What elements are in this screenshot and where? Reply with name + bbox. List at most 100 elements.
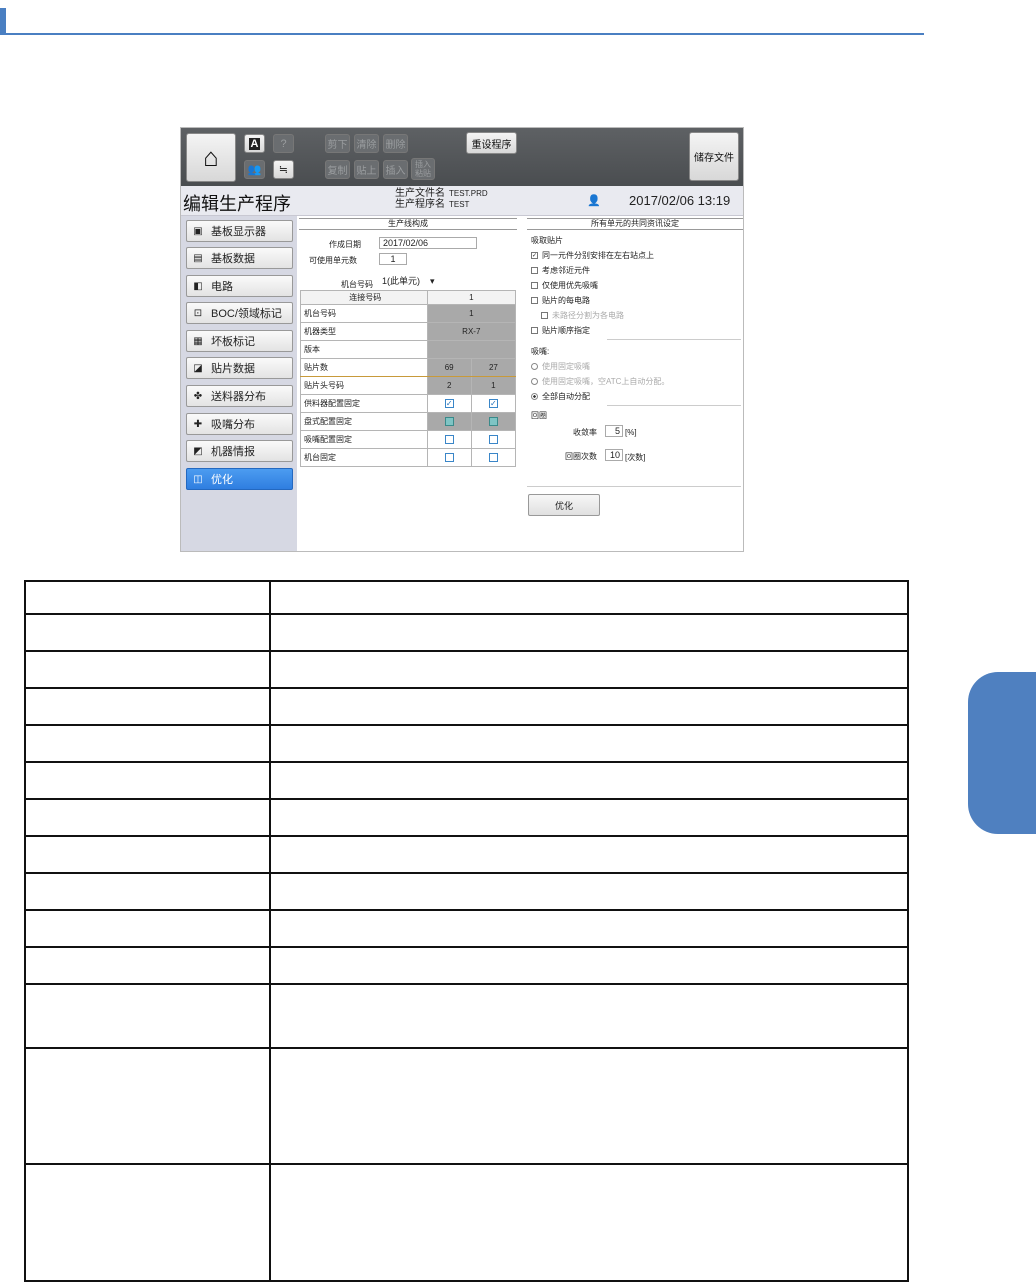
nozzle-fix-checkbox-1[interactable]	[444, 435, 454, 445]
table-cell	[269, 835, 909, 874]
pickup-option-4[interactable]: 贴片的每电路	[531, 295, 590, 306]
sidebar-item-optimize[interactable]: ◫ 优化	[186, 468, 293, 490]
checkbox-cell[interactable]	[470, 412, 517, 431]
machine-no-select[interactable]: 1(此单元) ▾	[379, 276, 441, 288]
option-label: 贴片的每电路	[542, 296, 590, 305]
copy-button[interactable]: 复制	[325, 160, 350, 179]
table-row	[24, 613, 909, 652]
table-cell	[269, 946, 909, 985]
units-field[interactable]: 1	[379, 253, 407, 265]
checkbox-cell[interactable]	[470, 448, 517, 467]
sidebar-item-board-display[interactable]: ▣ 基板显示器	[186, 220, 293, 242]
line-config-table: 连接号码 1 机台号码 1 机器类型 RX-7 版本 贴片数 69 27 贴片头号码 2 1 …	[300, 290, 517, 467]
table-header-value: 1	[426, 290, 517, 305]
save-file-button[interactable]: 储存文件	[689, 132, 739, 181]
checkbox[interactable]: ✓	[531, 252, 538, 259]
feeder-fix-checkbox-1[interactable]: ✓	[444, 399, 454, 409]
checkbox[interactable]	[531, 282, 538, 289]
optimize-button[interactable]: 优化	[528, 494, 600, 516]
radio-selected[interactable]	[531, 393, 538, 400]
checkbox[interactable]	[531, 327, 538, 334]
checkbox[interactable]	[531, 297, 538, 304]
sidebar-item-label: 吸嘴分布	[211, 419, 255, 431]
pickup-option-2[interactable]: 考虑邻近元件	[531, 265, 590, 276]
cut-button[interactable]: 剪下	[325, 134, 350, 153]
home-button[interactable]: ⌂	[186, 133, 236, 182]
checkbox[interactable]	[541, 312, 548, 319]
table-row: 版本	[300, 340, 517, 359]
tray-fix-checkbox-1[interactable]	[444, 417, 454, 427]
nozzle-option-3[interactable]: 全部自动分配	[531, 391, 590, 402]
book-button[interactable]: A	[244, 134, 265, 153]
users-button[interactable]: 👥	[244, 160, 265, 179]
nozzle-option-1[interactable]: 使用固定吸嘴	[531, 361, 590, 372]
program-label: 生产程序名	[395, 199, 445, 210]
feeder-fix-checkbox-2[interactable]: ✓	[488, 399, 498, 409]
option-label: 同一元件分别安排在左右站点上	[542, 251, 654, 260]
sidebar-item-nozzle[interactable]: ✚ 吸嘴分布	[186, 413, 293, 435]
datetime: 2017/02/06 13:19	[629, 193, 731, 208]
option-label: 使用固定吸嘴，空ATC上自动分配。	[542, 377, 670, 386]
table-cell	[24, 798, 271, 837]
radio[interactable]	[531, 378, 538, 385]
date-field[interactable]: 2017/02/06	[379, 237, 477, 249]
convergence-field[interactable]: 5	[605, 425, 623, 437]
checkbox-cell[interactable]: ✓	[426, 394, 472, 413]
row-label: 机台固定	[300, 448, 428, 467]
feeder-icon: ✤	[193, 390, 203, 402]
sidebar-item-bad-mark[interactable]: ▦ 坏板标记	[186, 330, 293, 352]
file-label: 生产文件名	[395, 188, 445, 199]
reset-program-button[interactable]: 重设程序	[466, 132, 517, 154]
file-info: 生产文件名 TEST.PRD 生产程序名 TEST	[395, 188, 488, 210]
pickup-option-5[interactable]: 未路径分割为各电路	[541, 310, 624, 321]
divider	[607, 405, 741, 406]
boc-mark-icon: ⊡	[193, 307, 203, 319]
table-row	[24, 687, 909, 726]
clear-button[interactable]: 清除	[354, 134, 379, 153]
pickup-option-3[interactable]: 仅使用优先吸嘴	[531, 280, 598, 291]
radio[interactable]	[531, 363, 538, 370]
help-button[interactable]: ?	[273, 134, 294, 153]
title-bar: 编辑生产程序 生产文件名 TEST.PRD 生产程序名 TEST 👤 2017/02…	[181, 186, 743, 216]
checkbox[interactable]	[531, 267, 538, 274]
table-cell	[24, 872, 271, 911]
table-row	[24, 835, 909, 874]
tray-fix-checkbox-2[interactable]	[488, 417, 498, 427]
nozzle-option-2[interactable]: 使用固定吸嘴，空ATC上自动分配。	[531, 376, 669, 387]
sidebar-item-feeder[interactable]: ✤ 送料器分布	[186, 385, 293, 407]
pickup-option-6[interactable]: 贴片顺序指定	[531, 325, 590, 336]
table-cell	[269, 1163, 909, 1282]
delete-button[interactable]: 删除	[383, 134, 408, 153]
sidebar-item-board-data[interactable]: ▤ 基板数据	[186, 247, 293, 269]
machine-fix-checkbox-2[interactable]	[488, 453, 498, 463]
loop-count-field[interactable]: 10	[605, 449, 623, 461]
table-row	[24, 983, 909, 1049]
row-label: 机器类型	[300, 322, 428, 341]
mount-data-icon: ◪	[193, 362, 203, 374]
paste-button[interactable]: 贴上	[354, 160, 379, 179]
checkbox-cell[interactable]	[426, 430, 472, 449]
machine-fix-checkbox-1[interactable]	[444, 453, 454, 463]
checkbox-cell[interactable]: ✓	[470, 394, 517, 413]
nozzle-fix-checkbox-2[interactable]	[488, 435, 498, 445]
table-header-label: 连接号码	[300, 290, 428, 305]
checkbox-cell[interactable]	[426, 412, 472, 431]
sidebar-item-boc-mark[interactable]: ⊡ BOC/领域标记	[186, 302, 293, 324]
table-row	[24, 798, 909, 837]
table-cell	[24, 1163, 271, 1282]
cell	[426, 340, 517, 359]
settings-button[interactable]: ≒	[273, 160, 294, 179]
page-title: 编辑生产程序	[183, 194, 291, 214]
user-icon[interactable]: 👤	[587, 194, 601, 207]
sidebar-item-machine-info[interactable]: ◩ 机器情报	[186, 440, 293, 462]
sidebar-item-circuit[interactable]: ◧ 电路	[186, 275, 293, 297]
insert-button[interactable]: 插入	[383, 160, 408, 179]
checkbox-cell[interactable]	[470, 430, 517, 449]
pickup-option-1[interactable]: ✓ 同一元件分别安排在左右站点上	[531, 250, 654, 261]
table-cell	[269, 724, 909, 763]
table-cell	[269, 650, 909, 689]
insert-paste-button[interactable]: 插入 粘贴	[411, 158, 435, 180]
checkbox-cell[interactable]	[426, 448, 472, 467]
table-row	[24, 1163, 909, 1282]
sidebar-item-mount-data[interactable]: ◪ 贴片数据	[186, 357, 293, 379]
